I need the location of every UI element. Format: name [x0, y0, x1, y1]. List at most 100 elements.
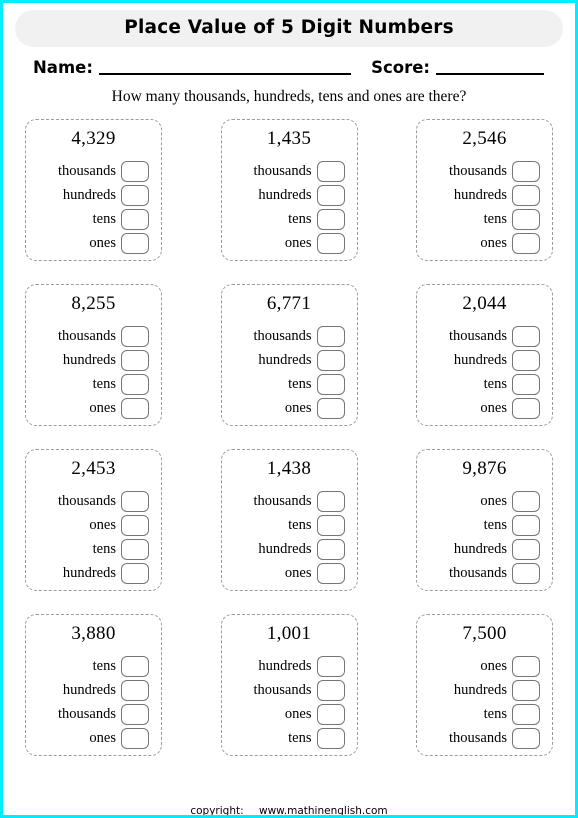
card-number: 8,255	[71, 293, 116, 314]
place-value-row: hundreds	[230, 183, 349, 207]
answer-box[interactable]	[512, 184, 540, 206]
place-value-row: ones	[34, 231, 153, 255]
place-value-row: ones	[425, 489, 544, 513]
answer-box[interactable]	[512, 373, 540, 395]
place-value-row: hundreds	[34, 348, 153, 372]
place-value-row: ones	[34, 396, 153, 420]
place-value-label: tens	[483, 705, 507, 722]
answer-box[interactable]	[316, 373, 345, 395]
place-value-row: ones	[230, 702, 349, 726]
answer-box[interactable]	[512, 679, 540, 701]
place-value-label: tens	[483, 375, 507, 392]
answer-box[interactable]	[316, 538, 345, 560]
answer-box[interactable]	[512, 397, 540, 419]
place-value-row: tens	[34, 654, 153, 678]
answer-box[interactable]	[512, 232, 540, 254]
place-value-label: thousands	[58, 492, 116, 509]
answer-box[interactable]	[512, 160, 540, 182]
place-value-label: ones	[89, 516, 116, 533]
name-input-line[interactable]	[98, 59, 352, 75]
place-value-label: thousands	[253, 492, 312, 509]
answer-box[interactable]	[316, 655, 345, 677]
problem-card: 1,001 hundreds thousands ones tens	[220, 614, 358, 756]
answer-box[interactable]	[316, 208, 345, 230]
answer-box[interactable]	[316, 232, 345, 254]
place-value-row: hundreds	[34, 561, 153, 585]
answer-box[interactable]	[121, 727, 149, 749]
place-value-label: thousands	[449, 162, 507, 179]
place-value-row: ones	[425, 231, 544, 255]
answer-box[interactable]	[121, 373, 149, 395]
place-value-row: thousands	[34, 324, 153, 348]
place-value-label: hundreds	[258, 657, 312, 674]
answer-box[interactable]	[121, 349, 149, 371]
answer-box[interactable]	[121, 232, 149, 254]
answer-box[interactable]	[121, 208, 149, 230]
answer-box[interactable]	[512, 562, 540, 584]
place-value-row: hundreds	[425, 183, 544, 207]
answer-box[interactable]	[121, 655, 149, 677]
place-value-label: thousands	[253, 327, 312, 344]
answer-box[interactable]	[512, 655, 540, 677]
answer-box[interactable]	[512, 490, 540, 512]
answer-box[interactable]	[121, 184, 149, 206]
answer-box[interactable]	[512, 349, 540, 371]
answer-box[interactable]	[316, 397, 345, 419]
card-number: 9,876	[462, 458, 507, 479]
place-value-rows: thousands ones tens hundreds	[34, 489, 153, 585]
answer-box[interactable]	[316, 325, 345, 347]
answer-box[interactable]	[512, 325, 540, 347]
answer-box[interactable]	[121, 325, 149, 347]
place-value-label: hundreds	[258, 540, 312, 557]
score-input-line[interactable]	[436, 59, 544, 75]
place-value-row: ones	[34, 513, 153, 537]
problem-card: 8,255 thousands hundreds tens ones	[25, 284, 162, 426]
card-number: 1,001	[266, 623, 312, 644]
answer-box[interactable]	[512, 727, 540, 749]
place-value-row: thousands	[34, 489, 153, 513]
place-value-rows: thousands hundreds tens ones	[230, 324, 349, 420]
place-value-rows: thousands tens hundreds ones	[230, 489, 349, 585]
answer-box[interactable]	[121, 160, 149, 182]
answer-box[interactable]	[121, 679, 149, 701]
answer-box[interactable]	[512, 208, 540, 230]
card-number: 1,435	[266, 128, 312, 149]
place-value-label: tens	[92, 375, 116, 392]
place-value-row: tens	[34, 372, 153, 396]
answer-box[interactable]	[316, 562, 345, 584]
answer-box[interactable]	[316, 703, 345, 725]
answer-box[interactable]	[316, 349, 345, 371]
answer-box[interactable]	[121, 562, 149, 584]
answer-box[interactable]	[121, 490, 149, 512]
answer-box[interactable]	[512, 514, 540, 536]
answer-box[interactable]	[121, 514, 149, 536]
place-value-label: hundreds	[62, 564, 116, 581]
place-value-row: hundreds	[425, 678, 544, 702]
answer-box[interactable]	[316, 160, 345, 182]
answer-box[interactable]	[316, 490, 345, 512]
card-number: 7,500	[462, 623, 507, 644]
place-value-label: thousands	[253, 681, 312, 698]
card-number: 1,438	[266, 458, 312, 479]
answer-box[interactable]	[121, 397, 149, 419]
place-value-rows: thousands hundreds tens ones	[230, 159, 349, 255]
answer-box[interactable]	[316, 514, 345, 536]
place-value-rows: thousands hundreds tens ones	[34, 324, 153, 420]
answer-box[interactable]	[316, 679, 345, 701]
place-value-row: tens	[230, 513, 349, 537]
answer-box[interactable]	[316, 184, 345, 206]
place-value-row: hundreds	[230, 537, 349, 561]
answer-box[interactable]	[121, 538, 149, 560]
answer-box[interactable]	[512, 703, 540, 725]
problem-grid: 4,329 thousands hundreds tens ones 1,435…	[25, 119, 553, 756]
place-value-row: ones	[230, 561, 349, 585]
card-number: 6,771	[266, 293, 312, 314]
answer-box[interactable]	[121, 703, 149, 725]
place-value-label: ones	[480, 234, 507, 251]
place-value-label: thousands	[58, 162, 116, 179]
worksheet-page: Place Value of 5 Digit Numbers Name: Sco…	[0, 0, 578, 818]
problem-card: 3,880 tens hundreds thousands ones	[25, 614, 162, 756]
answer-box[interactable]	[512, 538, 540, 560]
place-value-label: ones	[89, 729, 116, 746]
answer-box[interactable]	[316, 727, 345, 749]
